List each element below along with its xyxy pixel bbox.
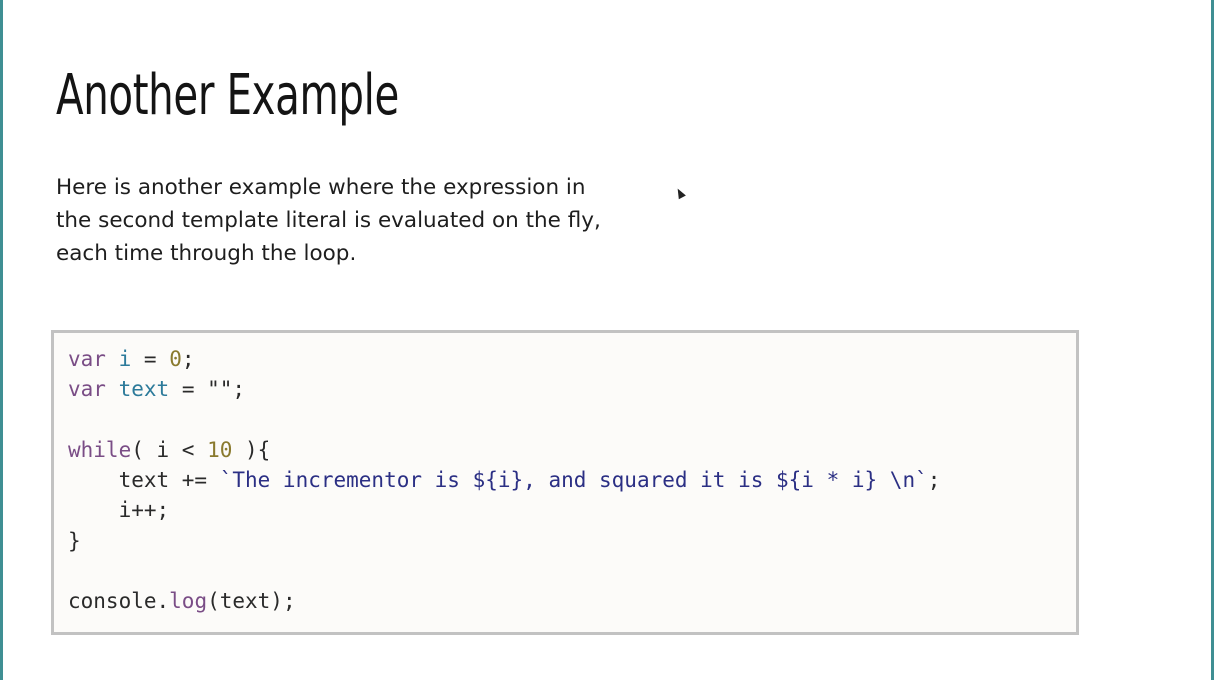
code-token: = ""; — [169, 377, 246, 402]
code-line: console.log(text); — [68, 586, 940, 616]
code-token: ; — [181, 347, 195, 371]
slide-left-edge — [0, 0, 3, 680]
code-token: `The incrementor is ${i}, and squared it… — [219, 468, 928, 493]
code-token: log — [169, 589, 208, 614]
code-token: ; — [927, 468, 941, 493]
code-token: ){ — [232, 437, 271, 462]
code-token: text += — [68, 468, 220, 493]
description-line: each time through the loop. — [56, 241, 357, 266]
code-token: i++; — [68, 498, 170, 523]
code-token: while — [68, 437, 132, 462]
code-block: var i = 0; var text = ""; while( i < 10 ){… — [51, 330, 1079, 635]
code-line: text += `The incrementor is ${i}, and sq… — [68, 465, 941, 495]
description-line: the second template literal is evaluated… — [56, 208, 601, 233]
code-token: var — [68, 347, 106, 371]
code-token: text — [118, 377, 170, 402]
slide-description: Here is another example where the expres… — [56, 171, 616, 270]
code-line: var i = 0; — [68, 344, 940, 374]
code-token: 0 — [169, 347, 182, 371]
mouse-pointer-icon — [674, 186, 686, 200]
code-line: while( i < 10 ){ — [68, 435, 940, 465]
code-token: = — [131, 347, 170, 371]
code-token: 10 — [207, 437, 233, 462]
code-token: ( i < — [131, 437, 208, 462]
slide-title: Another Example — [56, 63, 399, 128]
description-line: Here is another example where the expres… — [56, 175, 586, 200]
code-line: i++; — [68, 495, 940, 525]
code-token: i — [118, 347, 132, 371]
code-token: } — [68, 528, 81, 553]
code-listing: var i = 0; var text = ""; while( i < 10 ){… — [68, 344, 940, 617]
code-line: var text = ""; — [68, 374, 940, 404]
code-token: console. — [68, 589, 170, 614]
code-token: (text); — [207, 589, 296, 614]
code-line: } — [68, 526, 940, 556]
code-token: var — [68, 377, 106, 402]
presentation-slide: Another Example Here is another example … — [0, 0, 1214, 680]
